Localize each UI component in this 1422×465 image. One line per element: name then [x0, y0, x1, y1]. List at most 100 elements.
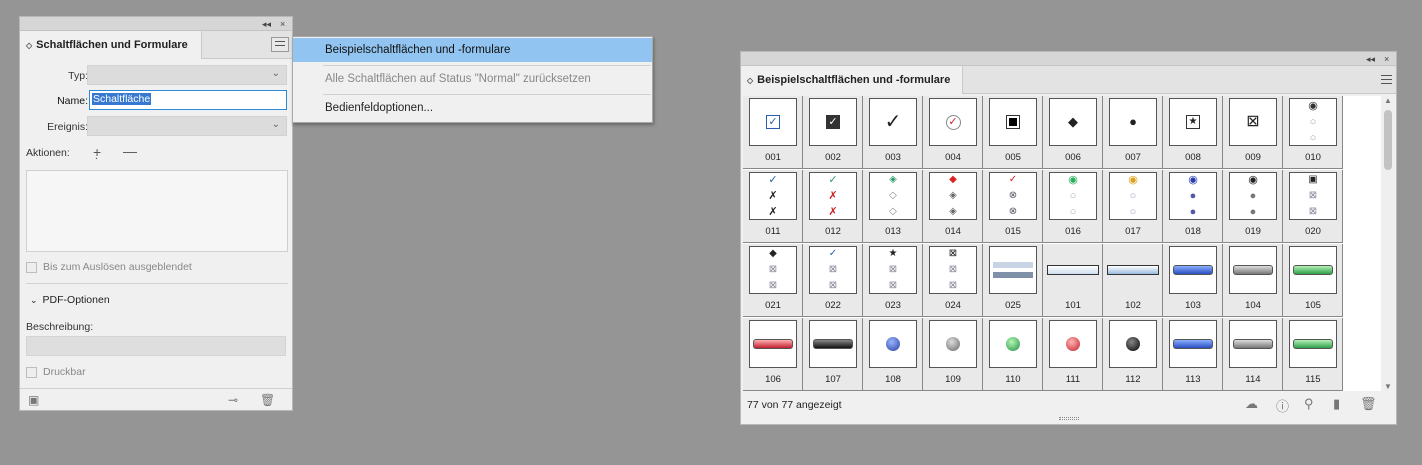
square-filled-icon [989, 98, 1037, 146]
hidden-until-triggered[interactable]: Bis zum Auslösen ausgeblendet [26, 261, 192, 273]
sample-buttons-grid: ✓ 001 ✓ 002 ✓ 003 ✓ 004 005 ◆ 006 ● 007 ★ 008 ⊠ 009 ◉ ○ ○ 01… [743, 96, 1381, 391]
trash-icon[interactable]: 🗑 [260, 393, 275, 407]
preview-icon[interactable]: ▣ [28, 393, 39, 407]
sample-button-cell[interactable]: ✓ ⊗ ⊗ 015 [983, 170, 1043, 243]
close-icon[interactable]: × [280, 17, 285, 31]
menu-item-reset-normal[interactable]: Alle Schaltflächen auf Status "Normal" z… [293, 67, 652, 91]
close-icon[interactable]: × [1384, 52, 1389, 66]
diamond-cross-list-icon: ◆ ⊠ ⊠ [749, 246, 797, 294]
sample-button-cell[interactable]: 109 [923, 318, 983, 391]
menu-item-panel-options[interactable]: Bedienfeldoptionen... [293, 96, 652, 120]
sample-button-cell[interactable]: ✓ 003 [863, 96, 923, 169]
panel-bottom-bar: ▣ ⊸ 🗑 [20, 388, 292, 410]
vertical-scrollbar[interactable]: ▲ ▼ [1382, 96, 1394, 391]
tab-label: Beispielschaltflächen und -formulare [757, 74, 951, 86]
sample-button-cell[interactable]: 114 [1223, 318, 1283, 391]
sample-button-number: 115 [1305, 374, 1321, 385]
sample-button-cell[interactable]: ★ ⊠ ⊠ 023 [863, 244, 923, 317]
add-action-icon[interactable]: +̣ [93, 144, 101, 160]
remove-action-icon[interactable]: — [123, 143, 137, 159]
sample-button-cell[interactable]: ★ 008 [1163, 96, 1223, 169]
sample-button-cell[interactable]: 104 [1223, 244, 1283, 317]
sample-button-cell[interactable]: 108 [863, 318, 923, 391]
sample-button-cell[interactable]: ◉ ○ ○ 010 [1283, 96, 1343, 169]
pdf-options-toggle[interactable]: ⌄ PDF-Optionen [30, 294, 110, 306]
check-x-color-list-icon: ✓ ✗ ✗ [809, 172, 857, 220]
scroll-up-icon[interactable]: ▲ [1384, 96, 1392, 105]
sample-button-cell[interactable]: ✓ ⊠ ⊠ 022 [803, 244, 863, 317]
sample-button-cell[interactable]: 112 [1103, 318, 1163, 391]
name-input[interactable]: Schaltfläche [89, 90, 287, 110]
name-value: Schaltfläche [92, 93, 152, 105]
cc-libraries-icon[interactable]: ☁ [1245, 396, 1258, 412]
scroll-down-icon[interactable]: ▼ [1384, 382, 1392, 391]
info-icon[interactable]: ⓘ [1276, 396, 1289, 415]
druckbar-checkbox[interactable] [26, 366, 37, 378]
tab-sample-buttons[interactable]: ◇ Beispielschaltflächen und -formulare [741, 66, 963, 94]
panel-menu-icon[interactable] [1381, 75, 1392, 87]
new-item-icon[interactable]: ▮ [1333, 396, 1340, 412]
sample-button-cell[interactable]: 106 [743, 318, 803, 391]
sample-button-cell[interactable]: ✓ ✗ ✗ 011 [743, 170, 803, 243]
sample-button-number: 109 [945, 374, 961, 385]
star-icon: ★ [1169, 98, 1217, 146]
sample-button-cell[interactable]: 105 [1283, 244, 1343, 317]
search-icon[interactable]: ⚲ [1304, 396, 1314, 412]
sample-button-number: 104 [1245, 300, 1261, 311]
sample-button-number: 025 [1005, 300, 1021, 311]
sample-button-number: 013 [885, 226, 901, 237]
sample-button-cell[interactable]: ⊠ 009 [1223, 96, 1283, 169]
sample-button-cell[interactable]: 102 [1103, 244, 1163, 317]
sample-button-cell[interactable]: ◉ ● ● 018 [1163, 170, 1223, 243]
sample-button-cell[interactable]: ▣ ⊠ ⊠ 020 [1283, 170, 1343, 243]
actions-list[interactable] [26, 170, 288, 252]
sample-button-cell[interactable]: ◉ ○ ○ 016 [1043, 170, 1103, 243]
beschreibung-input[interactable] [26, 336, 286, 356]
sample-button-cell[interactable]: 111 [1043, 318, 1103, 391]
sample-button-cell[interactable]: 115 [1283, 318, 1343, 391]
sample-button-cell[interactable]: 025 [983, 244, 1043, 317]
resize-grip[interactable] [1059, 417, 1079, 420]
sample-button-cell[interactable]: ⊠ ⊠ ⊠ 024 [923, 244, 983, 317]
sample-button-cell[interactable]: ✓ ✗ ✗ 012 [803, 170, 863, 243]
sample-button-cell[interactable]: ◆ ⊠ ⊠ 021 [743, 244, 803, 317]
sample-button-cell[interactable]: ✓ 002 [803, 96, 863, 169]
sample-button-number: 101 [1065, 300, 1081, 311]
sample-button-number: 107 [825, 374, 841, 385]
sample-button-cell[interactable]: 107 [803, 318, 863, 391]
panel-menu-button[interactable] [271, 37, 289, 52]
blue-radio-list-icon: ◉ ● ● [1169, 172, 1217, 220]
convert-object-icon[interactable]: ⊸ [228, 393, 238, 407]
sample-button-cell[interactable]: 103 [1163, 244, 1223, 317]
sample-button-cell[interactable]: ◉ ○ ○ 017 [1103, 170, 1163, 243]
diamond-icon: ◆ [1049, 98, 1097, 146]
sample-button-cell[interactable]: 101 [1043, 244, 1103, 317]
sample-button-cell[interactable]: ◆ ◈ ◈ 014 [923, 170, 983, 243]
pdf-label: PDF-Optionen [42, 294, 110, 306]
sample-button-cell[interactable]: ✓ 004 [923, 96, 983, 169]
menu-separator [323, 94, 651, 95]
sample-button-cell[interactable]: ◆ 006 [1043, 96, 1103, 169]
sample-button-cell[interactable]: ● 007 [1103, 96, 1163, 169]
trash-icon[interactable]: 🗑 [1360, 396, 1377, 412]
sample-button-cell[interactable]: 005 [983, 96, 1043, 169]
menu-item-sample-buttons[interactable]: Beispielschaltflächen und -formulare [293, 38, 652, 62]
typ-select[interactable]: ⌄ [87, 65, 287, 85]
sample-button-cell[interactable]: ◈ ◇ ◇ 013 [863, 170, 923, 243]
ereignis-select[interactable]: ⌄ [87, 116, 287, 136]
ereignis-row: Ereignis: ⌄ [20, 116, 294, 138]
scroll-thumb[interactable] [1384, 110, 1392, 170]
collapse-icon[interactable]: ◂◂ [262, 17, 271, 31]
sample-button-number: 020 [1305, 226, 1321, 237]
hidden-checkbox[interactable] [26, 261, 37, 273]
gray-radio-list-icon: ◉ ● ● [1229, 172, 1277, 220]
sample-button-cell[interactable]: 113 [1163, 318, 1223, 391]
sample-button-cell[interactable]: ◉ ● ● 019 [1223, 170, 1283, 243]
tab-buttons-forms[interactable]: ◇ Schaltflächen und Formulare [20, 31, 202, 59]
panel-titlebar: ◂◂ × [741, 52, 1396, 66]
sample-button-number: 103 [1185, 300, 1201, 311]
sample-button-cell[interactable]: 110 [983, 318, 1043, 391]
collapse-icon[interactable]: ◂◂ [1366, 52, 1375, 66]
druckbar-row[interactable]: Druckbar [26, 366, 86, 378]
sample-button-cell[interactable]: ✓ 001 [743, 96, 803, 169]
